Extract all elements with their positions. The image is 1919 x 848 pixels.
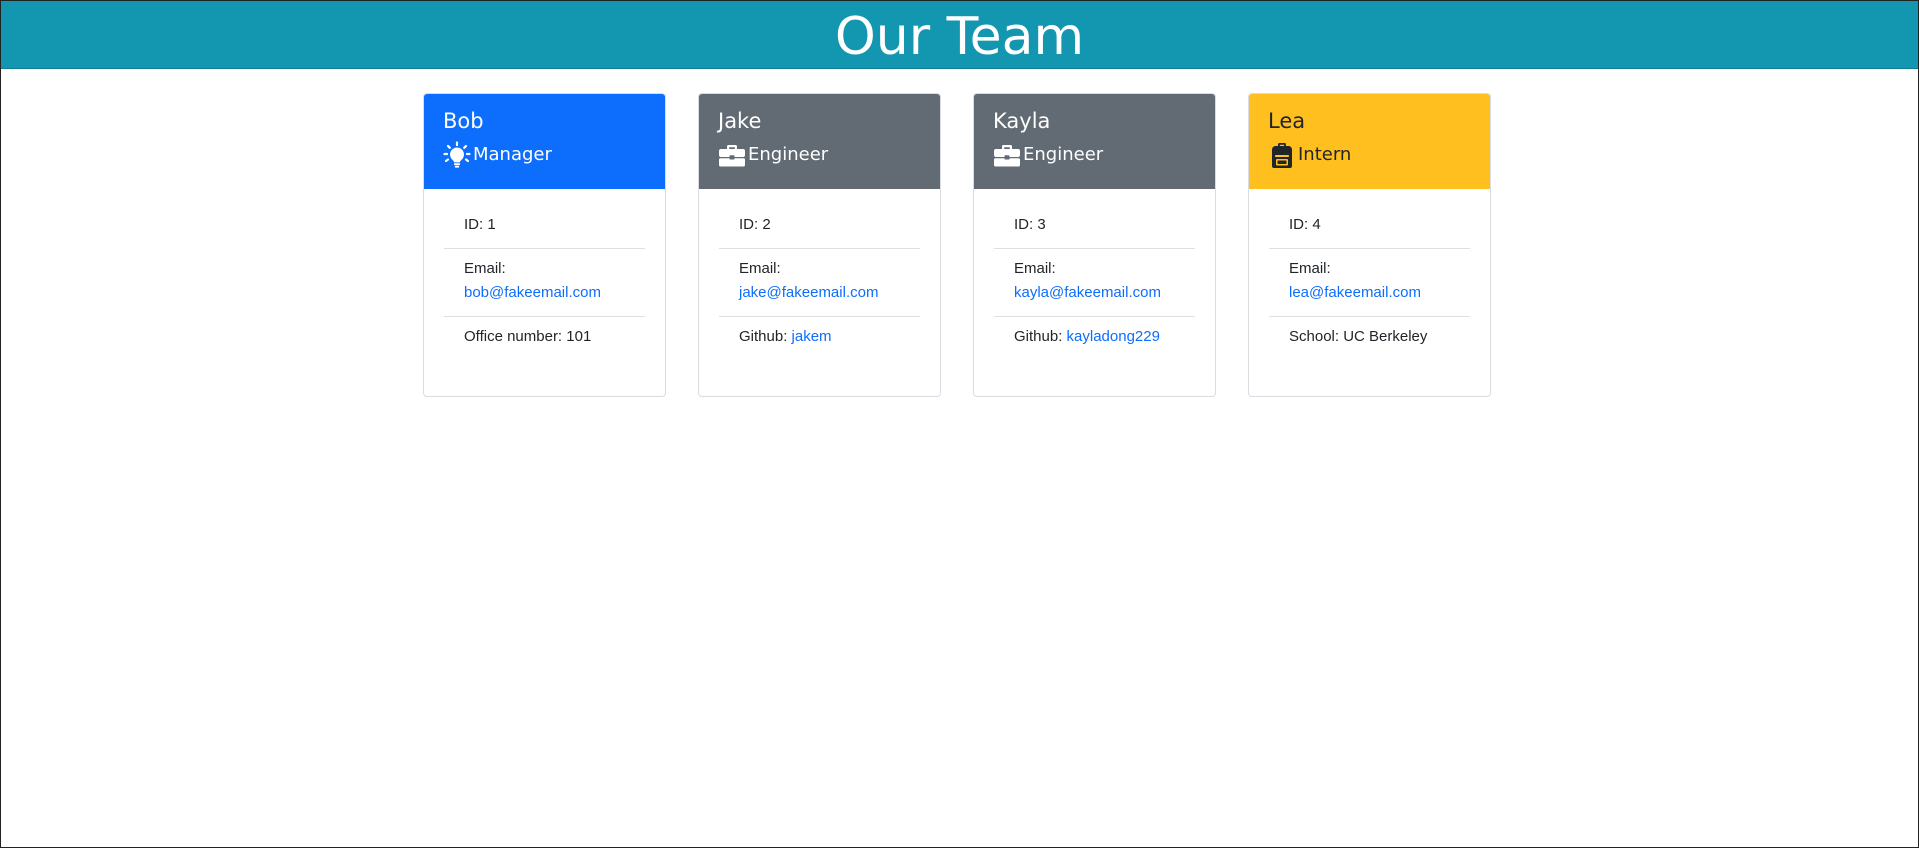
card-body: ID: 2 Email: jake@fakeemail.com Github: … xyxy=(699,189,940,360)
employee-id: ID: 2 xyxy=(719,209,920,249)
employee-name: Kayla xyxy=(993,109,1051,133)
employee-name: Lea xyxy=(1268,109,1306,133)
info-list: ID: 2 Email: jake@fakeemail.com Github: … xyxy=(719,209,920,360)
briefcase-icon xyxy=(718,141,746,169)
lightbulb-icon xyxy=(443,141,471,169)
card-body: ID: 4 Email: lea@fakeemail.com School: U… xyxy=(1249,189,1490,360)
employee-email-row: Email: lea@fakeemail.com xyxy=(1269,249,1470,317)
employee-role-label: Intern xyxy=(1298,144,1352,165)
employee-card-lea: Lea Intern ID: 4 Email: lea@fakeemail.co… xyxy=(1248,93,1491,397)
page-title: Our Team xyxy=(834,6,1085,67)
employee-email-row: Email: kayla@fakeemail.com xyxy=(994,249,1195,317)
employee-role-label: Manager xyxy=(473,144,552,165)
github-link[interactable]: kayladong229 xyxy=(1067,328,1160,345)
employee-email-row: Email: bob@fakeemail.com xyxy=(444,249,645,317)
briefcase-icon xyxy=(993,141,1021,169)
card-body: ID: 1 Email: bob@fakeemail.com Office nu… xyxy=(424,189,665,360)
email-link[interactable]: jake@fakeemail.com xyxy=(739,281,900,305)
email-link[interactable]: kayla@fakeemail.com xyxy=(1014,281,1175,305)
github-row: Github: jakem xyxy=(719,317,920,360)
employee-id: ID: 1 xyxy=(444,209,645,249)
employee-name: Jake xyxy=(718,109,762,133)
github-row: Github: kayladong229 xyxy=(994,317,1195,360)
email-label: Email: xyxy=(1014,260,1056,277)
school-value: UC Berkeley xyxy=(1343,328,1428,345)
office-number-value: 101 xyxy=(566,328,592,345)
employee-id: ID: 3 xyxy=(994,209,1195,249)
employee-role: Manager xyxy=(443,141,646,169)
info-list: ID: 4 Email: lea@fakeemail.com School: U… xyxy=(1269,209,1470,360)
github-label: Github: xyxy=(1014,328,1067,345)
employee-role: Engineer xyxy=(993,141,1196,169)
employee-card-kayla: Kayla Engineer ID: 3 Email: kayla@fakeem… xyxy=(973,93,1216,397)
github-label: Github: xyxy=(739,328,792,345)
employee-role-label: Engineer xyxy=(1023,144,1104,165)
page-header: Our Team xyxy=(1,1,1918,69)
employee-role: Intern xyxy=(1268,141,1471,169)
backpack-icon xyxy=(1268,141,1296,169)
email-label: Email: xyxy=(464,260,506,277)
school-label: School: xyxy=(1289,328,1344,345)
office-number-label: Office number: xyxy=(464,328,567,345)
email-link[interactable]: bob@fakeemail.com xyxy=(464,281,625,305)
github-link[interactable]: jakem xyxy=(792,328,832,345)
email-label: Email: xyxy=(1289,260,1331,277)
employee-card-jake: Jake Engineer ID: 2 Email: jake@fakeemai… xyxy=(698,93,941,397)
card-header: Bob Manager xyxy=(424,94,665,189)
employee-name: Bob xyxy=(443,109,484,133)
employee-email-row: Email: jake@fakeemail.com xyxy=(719,249,920,317)
email-label: Email: xyxy=(739,260,781,277)
card-header: Kayla Engineer xyxy=(974,94,1215,189)
info-list: ID: 1 Email: bob@fakeemail.com Office nu… xyxy=(444,209,645,360)
card-body: ID: 3 Email: kayla@fakeemail.com Github:… xyxy=(974,189,1215,360)
email-link[interactable]: lea@fakeemail.com xyxy=(1289,281,1450,305)
employee-id: ID: 4 xyxy=(1269,209,1470,249)
school-row: School: UC Berkeley xyxy=(1269,317,1470,360)
card-header: Jake Engineer xyxy=(699,94,940,189)
team-grid: Bob Manager ID: 1 Email: bob@fakeemail.c… xyxy=(423,93,1491,397)
card-header: Lea Intern xyxy=(1249,94,1490,189)
info-list: ID: 3 Email: kayla@fakeemail.com Github:… xyxy=(994,209,1195,360)
office-number-row: Office number: 101 xyxy=(444,317,645,360)
employee-card-bob: Bob Manager ID: 1 Email: bob@fakeemail.c… xyxy=(423,93,666,397)
employee-role-label: Engineer xyxy=(748,144,829,165)
employee-role: Engineer xyxy=(718,141,921,169)
